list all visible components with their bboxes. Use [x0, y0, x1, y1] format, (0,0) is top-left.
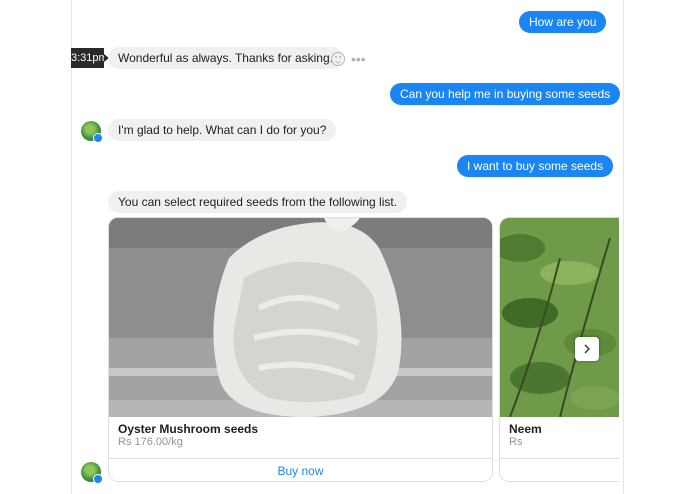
buy-now-button[interactable]: Buy now	[109, 458, 492, 481]
product-title: Neem	[509, 422, 542, 436]
incoming-message[interactable]: Wonderful as always. Thanks for asking.	[108, 47, 343, 69]
bot-avatar[interactable]	[81, 462, 103, 484]
product-image[interactable]	[109, 218, 492, 417]
message-actions: •••	[331, 51, 366, 67]
incoming-message[interactable]: I'm glad to help. What can I do for you?	[108, 119, 337, 141]
messenger-badge-icon	[93, 133, 103, 143]
product-image[interactable]	[500, 218, 619, 417]
outgoing-message[interactable]: Can you help me in buying some seeds	[390, 83, 621, 105]
smiley-react-icon[interactable]	[331, 52, 345, 66]
product-card: Oyster Mushroom seeds Rs 176.00/kg Buy n…	[108, 217, 493, 482]
more-options-icon[interactable]: •••	[351, 52, 366, 66]
incoming-message[interactable]: You can select required seeds from the f…	[108, 191, 408, 213]
product-title: Oyster Mushroom seeds	[118, 422, 259, 436]
outgoing-message[interactable]: How are you	[519, 11, 607, 33]
carousel-next-button[interactable]	[575, 337, 599, 361]
outgoing-message[interactable]: I want to buy some seeds	[457, 155, 614, 177]
product-price: Rs	[509, 436, 523, 448]
messenger-badge-icon	[93, 474, 103, 484]
message-timestamp: 3:31pm	[71, 48, 109, 68]
product-card: Neem Rs	[499, 217, 619, 482]
product-price: Rs 176.00/kg	[118, 436, 183, 448]
card-button-area[interactable]	[500, 458, 619, 481]
bot-avatar[interactable]	[81, 121, 103, 143]
chevron-right-icon	[584, 344, 591, 354]
